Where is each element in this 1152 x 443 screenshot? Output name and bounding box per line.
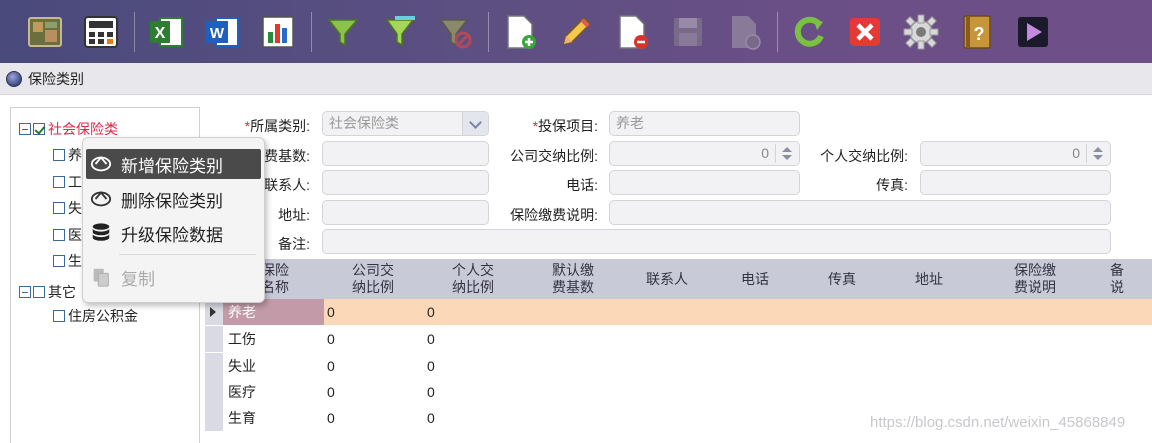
menu-item-delete-category[interactable]: 删除保险类别 — [86, 184, 261, 214]
table-row[interactable]: 工伤 0 0 — [205, 326, 1152, 352]
help-icon[interactable]: ? — [954, 9, 1000, 55]
copy-icon — [89, 265, 113, 289]
category-select[interactable]: 社会保险类 — [322, 111, 489, 136]
company-ratio-stepper[interactable]: 0 — [609, 141, 800, 166]
page-title: 保险类别 — [28, 70, 84, 87]
filter-clear-icon[interactable] — [432, 9, 478, 55]
payment-desc-field[interactable] — [609, 200, 1111, 225]
tree-checkbox[interactable] — [53, 229, 65, 241]
filter-add-icon[interactable] — [376, 9, 422, 55]
app-icon — [6, 70, 22, 87]
word-icon[interactable]: W — [199, 9, 245, 55]
tree-node-child[interactable]: 养 — [53, 144, 82, 166]
phone-label: 电话: — [566, 177, 598, 193]
tree-checkbox[interactable] — [53, 202, 65, 214]
filter-icon[interactable] — [320, 9, 366, 55]
copy-doc-icon[interactable] — [721, 9, 767, 55]
menu-item-copy[interactable]: 复制 — [86, 262, 261, 292]
close-icon[interactable] — [842, 9, 888, 55]
col-header-default-base[interactable]: 默认缴 费基数 — [530, 259, 616, 299]
tree-node-child[interactable]: 生 — [53, 250, 82, 272]
payment-desc-label: 保险缴费说明: — [510, 207, 598, 223]
base-field[interactable] — [322, 141, 489, 166]
company-ratio-label: 公司交纳比例: — [510, 148, 598, 164]
spin-up-icon — [1093, 147, 1103, 152]
add-category-icon — [89, 152, 113, 176]
database-icon — [89, 221, 113, 245]
contact-field[interactable] — [322, 170, 489, 195]
tree-node-housing-fund[interactable]: 住房公积金 — [53, 305, 138, 327]
chevron-down-icon[interactable] — [462, 112, 488, 135]
refresh-icon[interactable] — [786, 9, 832, 55]
tree-checkbox[interactable] — [53, 149, 65, 161]
spin-down-icon — [782, 155, 792, 160]
menu-separator — [119, 254, 256, 255]
tree-checkbox[interactable] — [33, 286, 45, 298]
play-icon[interactable] — [1010, 9, 1056, 55]
menu-item-upgrade-data[interactable]: 升级保险数据 — [86, 218, 261, 248]
row-pointer-icon — [210, 307, 216, 317]
col-header-company-ratio[interactable]: 公司交 纳比例 — [330, 259, 416, 299]
spin-down-icon — [1093, 155, 1103, 160]
tree-node-child[interactable]: 失 — [53, 197, 82, 219]
spin-up-icon — [782, 147, 792, 152]
col-header-fax[interactable]: 传真 — [802, 259, 882, 299]
tree-checkbox[interactable] — [53, 176, 65, 188]
chart-icon[interactable] — [255, 9, 301, 55]
col-header-remark[interactable]: 备 说 — [1110, 259, 1152, 299]
menu-item-add-category[interactable]: 新增保险类别 — [86, 149, 261, 179]
tree-checkbox[interactable] — [53, 255, 65, 267]
col-header-phone[interactable]: 电话 — [715, 259, 795, 299]
collapse-icon[interactable] — [19, 123, 31, 135]
gear-icon[interactable] — [898, 9, 944, 55]
fax-field[interactable] — [920, 170, 1111, 195]
tree-node-other[interactable]: 其它 — [19, 281, 76, 303]
tree-checkbox[interactable] — [53, 310, 65, 322]
category-label: *所属类别: — [244, 118, 310, 134]
save-icon[interactable] — [665, 9, 711, 55]
tree-node-child[interactable]: 工 — [53, 171, 82, 193]
watermark: https://blog.csdn.net/weixin_45868849 — [870, 414, 1126, 431]
insured-item-label: *投保项目: — [532, 118, 598, 134]
col-header-address[interactable]: 地址 — [889, 259, 969, 299]
remark-field[interactable] — [322, 229, 1111, 254]
insured-item-field[interactable]: 养老 — [609, 111, 800, 136]
table-row[interactable]: 医疗 0 0 — [205, 379, 1152, 405]
toolbar: X W ? — [0, 0, 1152, 63]
page-title-bar: 保险类别 — [0, 63, 1152, 95]
col-header-personal-ratio[interactable]: 个人交 纳比例 — [430, 259, 516, 299]
board-icon[interactable] — [22, 9, 68, 55]
tree-checkbox[interactable] — [33, 123, 45, 135]
tree-node-child[interactable]: 医 — [53, 224, 82, 246]
fax-label: 传真: — [876, 177, 908, 193]
svg-text:?: ? — [974, 24, 985, 44]
table-row[interactable]: 养老 0 0 — [205, 299, 1152, 325]
context-menu: 新增保险类别 删除保险类别 升级保险数据 复制 — [82, 137, 265, 303]
svg-text:X: X — [155, 25, 166, 42]
col-header-payment-desc[interactable]: 保险缴 费说明 — [991, 259, 1079, 299]
personal-ratio-stepper[interactable]: 0 — [920, 141, 1111, 166]
svg-text:W: W — [210, 25, 225, 42]
delete-category-icon — [89, 187, 113, 211]
grid-header: 保险 名称 公司交 纳比例 个人交 纳比例 默认缴 费基数 联系人 电话 传真 … — [205, 259, 1152, 299]
edit-icon[interactable] — [553, 9, 599, 55]
address-field[interactable] — [322, 200, 489, 225]
col-header-contact[interactable]: 联系人 — [625, 259, 709, 299]
delete-doc-icon[interactable] — [609, 9, 655, 55]
personal-ratio-label: 个人交纳比例: — [820, 148, 908, 164]
table-row[interactable]: 失业 0 0 — [205, 353, 1152, 379]
excel-icon[interactable]: X — [143, 9, 189, 55]
calculator-icon[interactable] — [78, 9, 124, 55]
new-doc-icon[interactable] — [497, 9, 543, 55]
collapse-icon[interactable] — [19, 286, 31, 298]
phone-field[interactable] — [609, 170, 800, 195]
